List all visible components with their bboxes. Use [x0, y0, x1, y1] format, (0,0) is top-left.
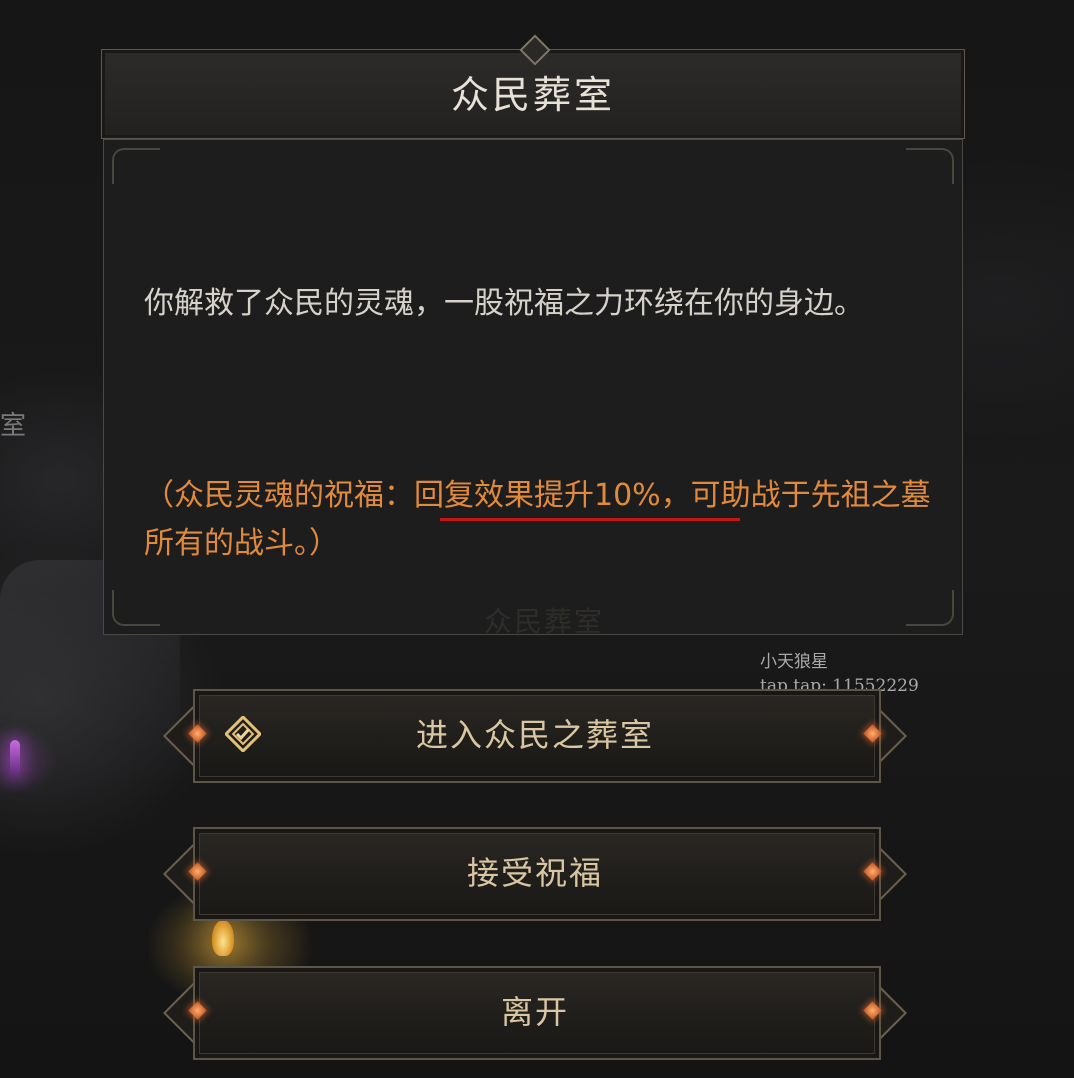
corner-ornament-icon — [906, 590, 954, 626]
leave-button[interactable]: 离开 — [162, 966, 908, 1060]
watermark-author: 小天狼星 — [760, 652, 828, 672]
dialog-body: 众民葬室 你解救了众民的灵魂，一股祝福之力环绕在你的身边。 （众民灵魂的祝福：回… — [103, 139, 963, 696]
enter-tomb-label: 进入众民之葬室 — [415, 716, 654, 754]
candle-flame-icon — [212, 920, 234, 956]
enter-tomb-button[interactable]: 进入众民之葬室 — [162, 689, 908, 783]
background-location-label: 众民葬室 — [484, 605, 605, 638]
accept-blessing-button[interactable]: 接受祝福 — [162, 827, 908, 921]
corner-ornament-icon — [112, 148, 160, 184]
leave-label: 离开 — [500, 993, 569, 1031]
purple-flame-icon — [10, 740, 20, 776]
annotation-underline — [440, 518, 740, 521]
event-dialog: 众民葬室 众民葬室 你解救了众民的灵魂，一股祝福之力环绕在你的身边。 （众民灵魂… — [101, 34, 965, 696]
accept-blessing-label: 接受祝福 — [466, 854, 603, 892]
corner-ornament-icon — [906, 148, 954, 184]
background-sign-fragment: 室 — [0, 411, 27, 441]
event-description: 你解救了众民的灵魂，一股祝福之力环绕在你的身边。 — [144, 286, 864, 321]
corner-ornament-icon — [112, 590, 160, 626]
